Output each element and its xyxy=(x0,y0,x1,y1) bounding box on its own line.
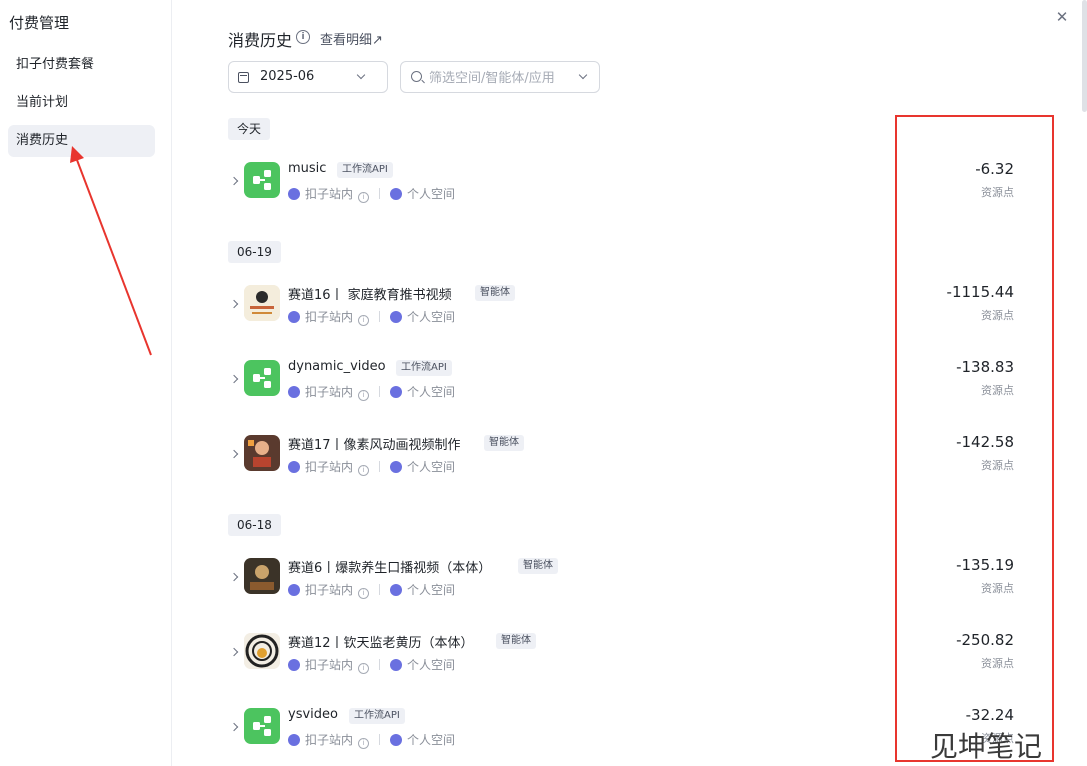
expand-icon[interactable] xyxy=(229,299,239,309)
record-type-tag: 智能体 xyxy=(518,558,558,574)
info-icon[interactable]: i xyxy=(296,30,310,44)
date-group-label: 今天 xyxy=(228,118,271,140)
space-label: 个人空间 xyxy=(407,733,456,747)
record-type-tag: 工作流API xyxy=(396,360,452,376)
space-label: 个人空间 xyxy=(407,187,456,201)
chevron-down-icon xyxy=(578,70,588,80)
source-label: 扣子站内 xyxy=(305,385,354,399)
info-icon[interactable]: i xyxy=(358,663,370,674)
record-type-tag: 工作流API xyxy=(337,162,393,178)
filter-search[interactable] xyxy=(400,61,600,93)
annotation-arrow xyxy=(70,146,152,356)
expand-icon[interactable] xyxy=(229,722,239,732)
record-meta: 扣子站内 i 个人空间 xyxy=(288,731,455,749)
month-value: 2025-06 xyxy=(260,69,315,84)
expand-icon[interactable] xyxy=(229,374,239,384)
record-name: ysvideo xyxy=(288,707,338,722)
workflow-icon xyxy=(244,360,280,396)
user-icon xyxy=(390,659,403,671)
coze-icon xyxy=(288,188,300,200)
record-name: 赛道16丨 家庭教育推书视频 xyxy=(288,288,452,303)
date-group-label: 06-18 xyxy=(228,514,281,536)
agent-avatar-icon xyxy=(244,633,280,669)
record-type-tag: 智能体 xyxy=(496,633,536,649)
record-meta: 扣子站内 i 个人空间 xyxy=(288,656,455,674)
user-icon xyxy=(390,311,403,323)
page-title: 消费历史 xyxy=(228,31,293,50)
source-label: 扣子站内 xyxy=(305,460,354,474)
coze-icon xyxy=(288,734,300,746)
watermark: 见坤笔记 xyxy=(930,730,1043,763)
user-icon xyxy=(390,461,403,473)
user-icon xyxy=(390,584,403,596)
search-icon xyxy=(411,71,422,82)
user-icon xyxy=(390,188,403,200)
coze-icon xyxy=(288,311,300,323)
agent-avatar-icon xyxy=(244,435,280,471)
space-label: 个人空间 xyxy=(407,310,456,324)
highlight-box xyxy=(895,115,1054,762)
coze-icon xyxy=(288,659,300,671)
workflow-icon xyxy=(244,708,280,744)
space-label: 个人空间 xyxy=(407,583,456,597)
info-icon[interactable]: i xyxy=(358,465,370,476)
record-meta: 扣子站内 i 个人空间 xyxy=(288,581,455,599)
month-select[interactable]: 2025-06 xyxy=(228,61,388,93)
record-name: 赛道6丨爆款养生口播视频（本体） xyxy=(288,561,492,576)
record-name: 赛道17丨像素风动画视频制作 xyxy=(288,438,461,453)
record-type-tag: 智能体 xyxy=(484,435,524,451)
expand-icon[interactable] xyxy=(229,572,239,582)
source-label: 扣子站内 xyxy=(305,187,354,201)
record-type-tag: 工作流API xyxy=(349,708,405,724)
record-meta: 扣子站内 i 个人空间 xyxy=(288,458,455,476)
coze-icon xyxy=(288,461,300,473)
source-label: 扣子站内 xyxy=(305,658,354,672)
date-group-label: 06-19 xyxy=(228,241,281,263)
view-details-link[interactable]: 查看明细↗ xyxy=(320,29,383,48)
coze-icon xyxy=(288,386,300,398)
record-meta: 扣子站内 i 个人空间 xyxy=(288,383,455,401)
agent-avatar-icon xyxy=(244,558,280,594)
agent-avatar-icon xyxy=(244,285,280,321)
close-icon[interactable]: ✕ xyxy=(1053,8,1071,26)
info-icon[interactable]: i xyxy=(358,588,370,599)
expand-icon[interactable] xyxy=(229,449,239,459)
record-name: dynamic_video xyxy=(288,359,386,374)
space-label: 个人空间 xyxy=(407,460,456,474)
info-icon[interactable]: i xyxy=(358,390,370,401)
record-meta: 扣子站内 i 个人空间 xyxy=(288,185,455,203)
info-icon[interactable]: i xyxy=(358,738,370,749)
record-meta: 扣子站内 i 个人空间 xyxy=(288,308,455,326)
source-label: 扣子站内 xyxy=(305,310,354,324)
calendar-icon xyxy=(238,72,249,83)
coze-icon xyxy=(288,584,300,596)
info-icon[interactable]: i xyxy=(358,315,370,326)
record-type-tag: 智能体 xyxy=(475,285,515,301)
user-icon xyxy=(390,734,403,746)
expand-icon[interactable] xyxy=(229,647,239,657)
record-name: music xyxy=(288,161,327,176)
source-label: 扣子站内 xyxy=(305,583,354,597)
source-label: 扣子站内 xyxy=(305,733,354,747)
scrollbar[interactable] xyxy=(1082,0,1087,112)
record-name: 赛道12丨钦天监老黄历（本体） xyxy=(288,636,474,651)
user-icon xyxy=(390,386,403,398)
expand-icon[interactable] xyxy=(229,176,239,186)
info-icon[interactable]: i xyxy=(358,192,370,203)
space-label: 个人空间 xyxy=(407,658,456,672)
workflow-icon xyxy=(244,162,280,198)
search-input[interactable] xyxy=(429,68,569,88)
space-label: 个人空间 xyxy=(407,385,456,399)
chevron-down-icon xyxy=(356,70,366,80)
